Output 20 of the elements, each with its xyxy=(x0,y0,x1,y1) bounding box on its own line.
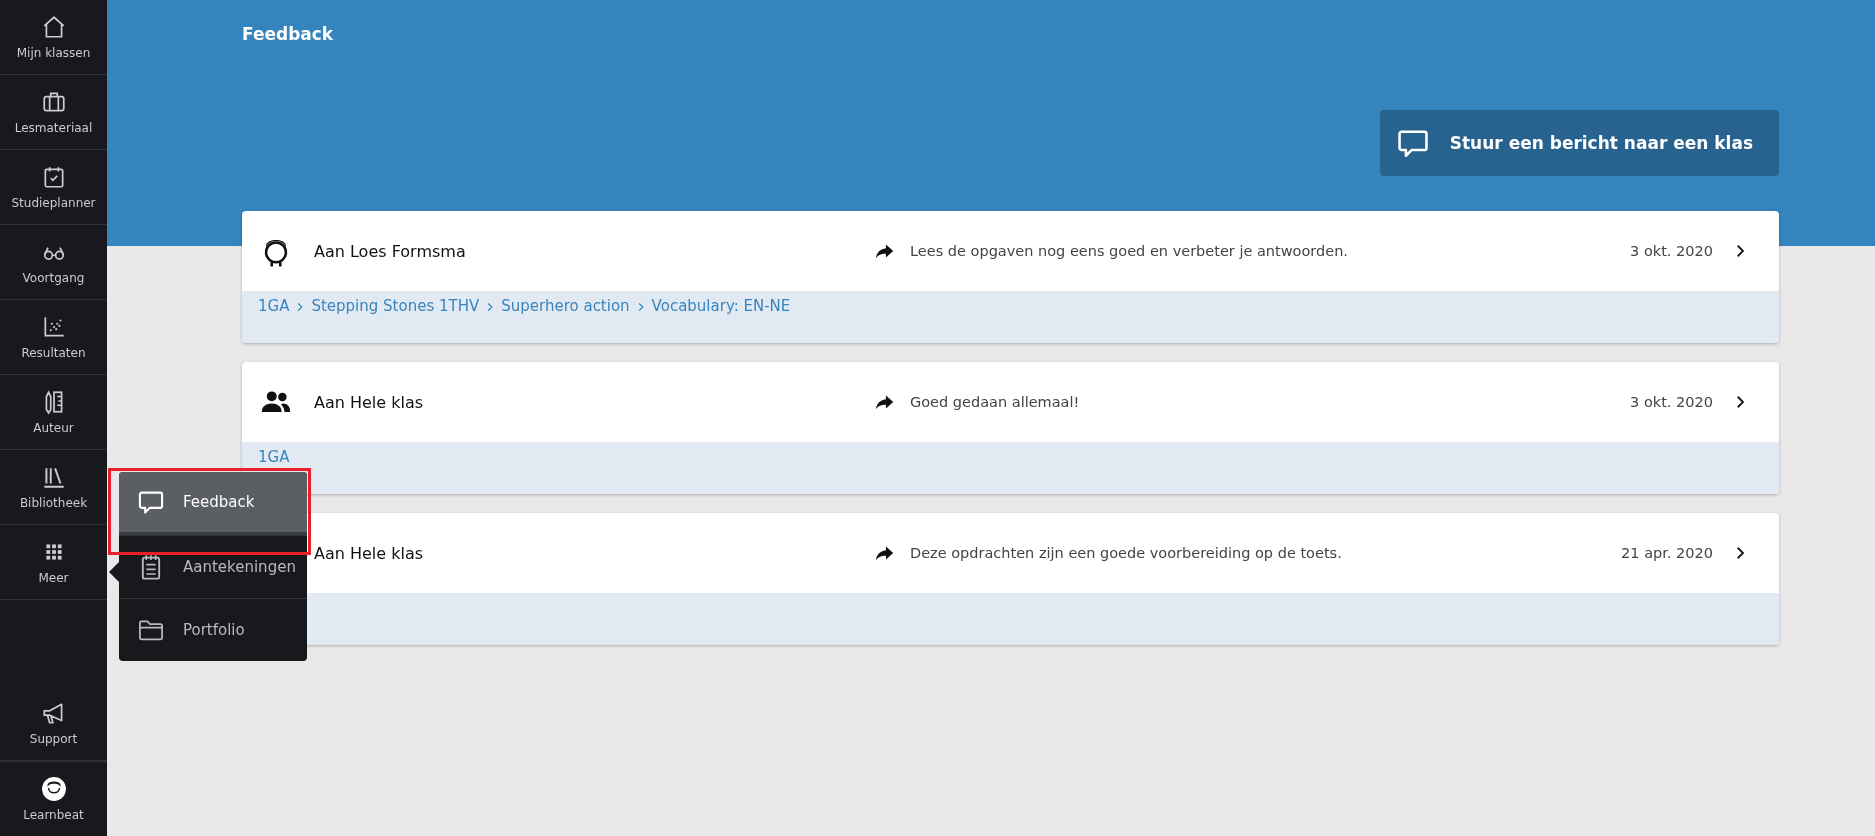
date-text: 3 okt. 2020 xyxy=(1630,394,1713,410)
page-title: Feedback xyxy=(242,24,334,44)
nav-label: Support xyxy=(29,732,78,746)
message-text: Deze opdrachten zijn een goede voorbereiding op de toets. xyxy=(910,545,1342,561)
message-text: Goed gedaan allemaal! xyxy=(910,394,1080,410)
message-text: Lees de opgaven nog eens goed en verbeter je antwoorden. xyxy=(910,243,1348,259)
nav-label: Mijn klassen xyxy=(16,46,91,60)
nav-label: Lesmateriaal xyxy=(14,121,93,135)
nav-label: Learnbeat xyxy=(23,808,84,822)
nav-label: Meer xyxy=(38,571,69,585)
nav-label: Auteur xyxy=(33,421,74,435)
recipient-name: Aan Hele klas xyxy=(314,392,425,412)
recipient-name: Aan Loes Formsma xyxy=(314,241,467,261)
nav-label: Bibliotheek xyxy=(19,496,88,510)
recipient-name: Aan Hele klas xyxy=(314,543,425,563)
nav-label: Voortgang xyxy=(22,271,85,285)
nav-label: Studieplanner xyxy=(11,196,96,210)
nav-label: Resultaten xyxy=(21,346,86,360)
date-text: 3 okt. 2020 xyxy=(1630,243,1713,259)
date-text: 21 apr. 2020 xyxy=(1621,545,1713,561)
